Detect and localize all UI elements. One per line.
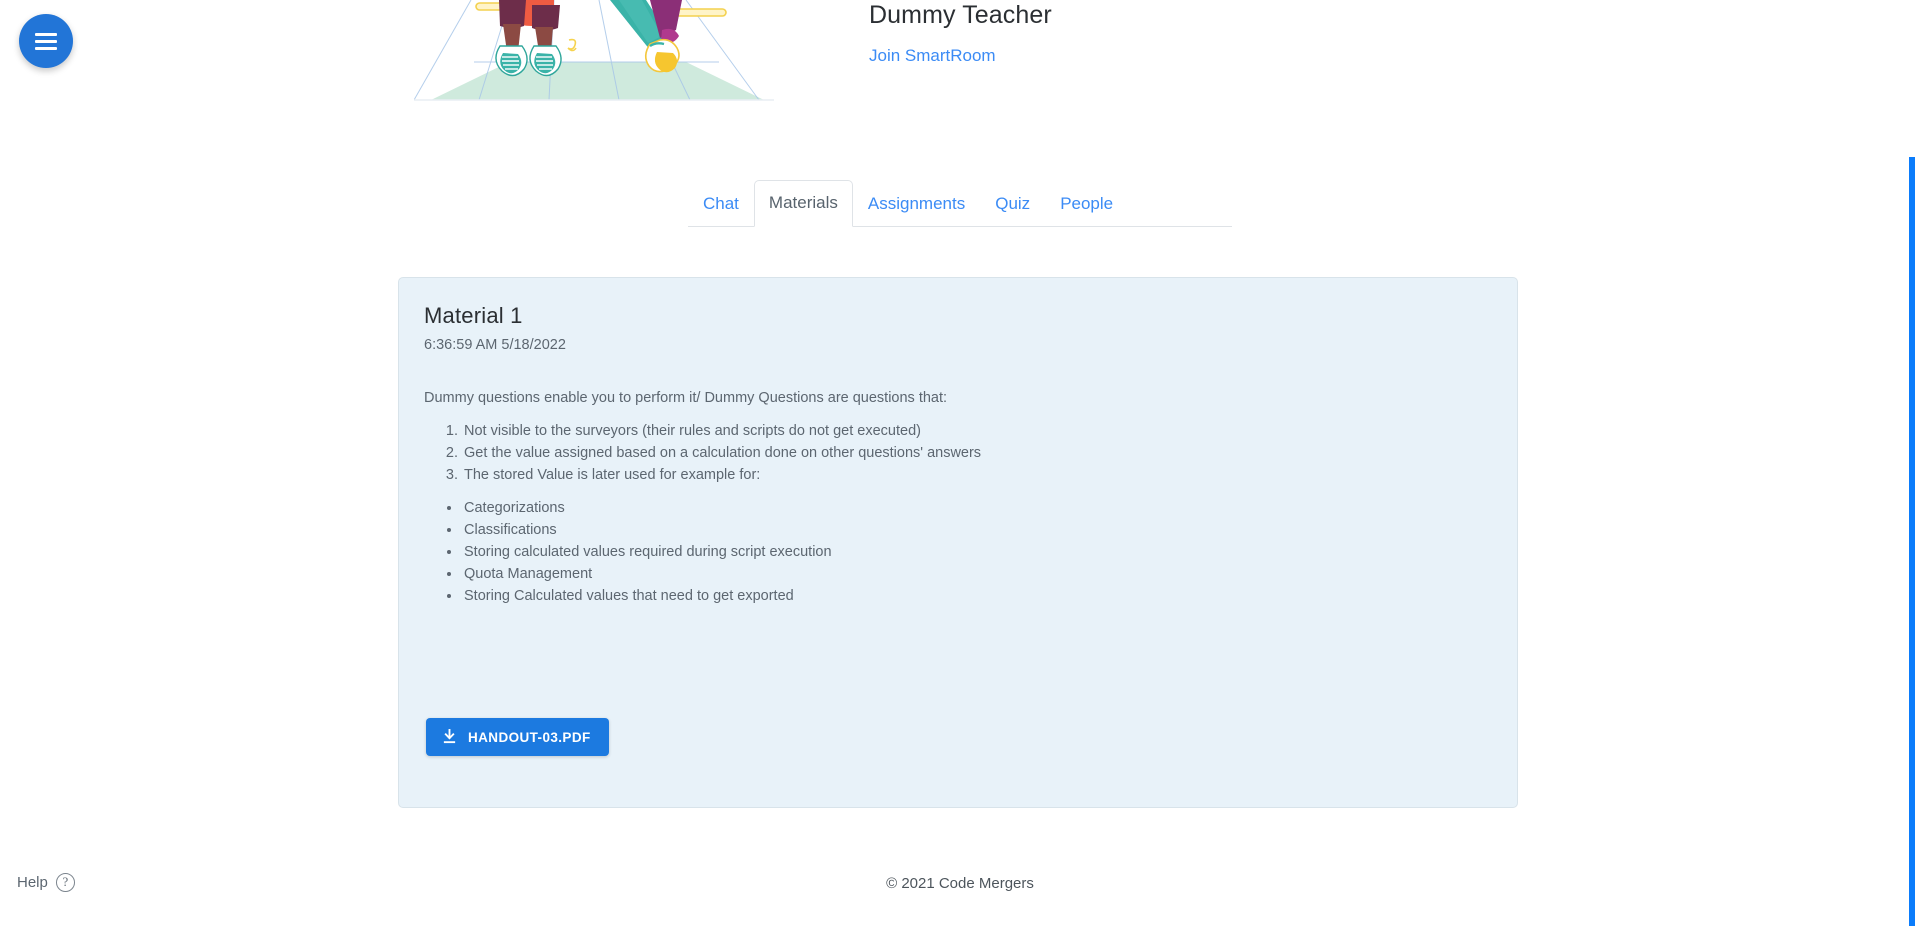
tab-materials[interactable]: Materials	[753, 180, 853, 227]
hero-section: Dummy Teacher Join SmartRoom	[0, 0, 1920, 112]
download-attachment-label: HANDOUT-03.PDF	[468, 729, 591, 745]
tabs-container: Chat Materials Assignments Quiz People	[0, 180, 1920, 227]
copyright-text: © 2021 Code Mergers	[886, 875, 1034, 892]
tab-people[interactable]: People	[1045, 181, 1128, 227]
classroom-illustration	[414, 0, 774, 106]
tab-quiz[interactable]: Quiz	[980, 181, 1045, 227]
teacher-info: Dummy Teacher Join SmartRoom	[869, 0, 1389, 66]
list-item: Storing calculated values required durin…	[462, 542, 1492, 563]
material-title: Material 1	[424, 303, 523, 328]
tab-chat[interactable]: Chat	[688, 181, 754, 227]
page-footer: Help ? © 2021 Code Mergers	[0, 866, 1920, 926]
material-bullet-list: Categorizations Classifications Storing …	[424, 498, 1492, 607]
list-item: Categorizations	[462, 498, 1492, 519]
material-body: Dummy questions enable you to perform it…	[424, 388, 1492, 607]
list-item: Storing Calculated values that need to g…	[462, 586, 1492, 607]
tab-assignments[interactable]: Assignments	[853, 181, 980, 227]
list-item: The stored Value is later used for examp…	[462, 465, 1492, 486]
material-numbered-list: Not visible to the surveyors (their rule…	[424, 421, 1492, 486]
page-root: Dummy Teacher Join SmartRoom Chat Materi…	[0, 0, 1920, 926]
list-item: Get the value assigned based on a calcul…	[462, 443, 1492, 464]
material-intro: Dummy questions enable you to perform it…	[424, 390, 948, 406]
material-card: Material 1 6:36:59 AM 5/18/2022 Dummy qu…	[398, 277, 1518, 808]
list-item: Quota Management	[462, 564, 1492, 585]
material-timestamp: 6:36:59 AM 5/18/2022	[424, 337, 566, 353]
scrollbar-thumb[interactable]	[1909, 157, 1915, 926]
join-smartroom-link[interactable]: Join SmartRoom	[869, 46, 996, 66]
download-icon	[443, 729, 456, 744]
teacher-name: Dummy Teacher	[869, 1, 1052, 29]
tab-list: Chat Materials Assignments Quiz People	[688, 180, 1232, 227]
list-item: Classifications	[462, 520, 1492, 541]
download-attachment-button[interactable]: HANDOUT-03.PDF	[426, 718, 609, 756]
list-item: Not visible to the surveyors (their rule…	[462, 421, 1492, 442]
page-scrollbar[interactable]	[1908, 0, 1920, 926]
